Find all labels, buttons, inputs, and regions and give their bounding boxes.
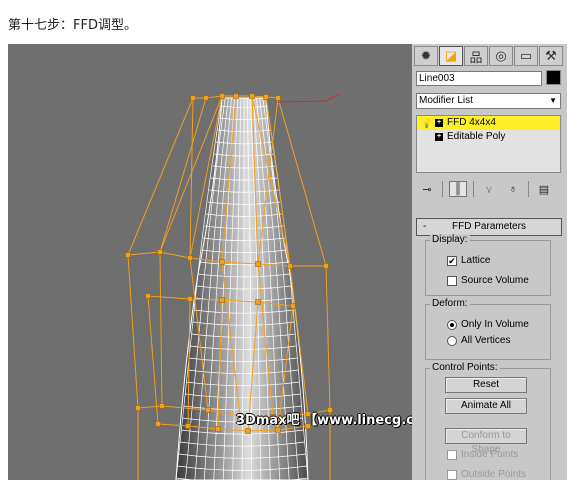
utilities-icon: ⚒ xyxy=(545,48,557,63)
control-point xyxy=(255,261,261,267)
expand-icon[interactable]: + xyxy=(435,119,443,127)
modifier-stack[interactable]: 💡 + FFD 4x4x4 + Editable Poly xyxy=(416,115,561,173)
stack-item-label: FFD 4x4x4 xyxy=(447,117,496,128)
control-point xyxy=(145,293,151,299)
control-point xyxy=(187,255,193,261)
object-color-swatch[interactable] xyxy=(546,70,561,85)
show-end-result-icon[interactable]: ║ xyxy=(449,181,467,197)
lattice-label: Lattice xyxy=(461,255,491,266)
control-point xyxy=(323,263,329,269)
lattice-checkbox[interactable]: ✔ Lattice xyxy=(447,255,490,266)
all-vertices-radio[interactable]: All Vertices xyxy=(447,335,510,346)
control-point xyxy=(190,95,196,101)
display-icon: ▭ xyxy=(519,48,533,63)
create-icon: ✹ xyxy=(420,48,432,63)
display-group-title: Display: xyxy=(430,234,470,246)
display-group: Display: xyxy=(425,234,551,296)
lattice-edge xyxy=(127,254,139,409)
command-panel: ✹ ◪ 品 ◎ ▭ ⚒ Line003 Modifier List ▼ 💡 + … xyxy=(412,44,567,480)
inside-points-label: Inside Points xyxy=(461,449,519,460)
control-point xyxy=(155,421,161,427)
control-point xyxy=(219,259,225,265)
expand-icon[interactable]: + xyxy=(435,133,443,141)
control-point xyxy=(263,94,269,100)
configure-sets-icon[interactable]: ▤ xyxy=(535,181,553,197)
control-point xyxy=(255,299,261,305)
control-point xyxy=(185,423,191,429)
control-point xyxy=(215,426,221,432)
control-point xyxy=(290,303,296,309)
control-point xyxy=(275,427,281,433)
deform-group: Deform: xyxy=(425,298,551,360)
control-point xyxy=(187,296,193,302)
command-panel-tabs: ✹ ◪ 品 ◎ ▭ ⚒ xyxy=(414,46,563,66)
tab-modify[interactable]: ◪ xyxy=(439,46,463,66)
modify-icon: ◪ xyxy=(444,48,458,63)
chevron-down-icon: ▼ xyxy=(549,96,557,105)
inside-points-checkbox[interactable]: Inside Points xyxy=(447,449,518,460)
lightbulb-icon[interactable]: 💡 xyxy=(421,116,432,130)
checkmark-icon: ✔ xyxy=(447,255,457,266)
control-point xyxy=(219,93,225,99)
stack-toolbar: ⊸ ║ ⋎ ♁ ▤ xyxy=(418,181,553,197)
pin-stack-icon[interactable]: ⊸ xyxy=(418,181,436,197)
lattice-edge xyxy=(147,295,159,425)
outside-points-label: Outside Points xyxy=(461,469,527,480)
lattice-edge xyxy=(189,97,194,259)
hierarchy-icon: 品 xyxy=(469,49,483,65)
stack-item-label: Editable Poly xyxy=(447,131,506,142)
control-point xyxy=(233,93,239,99)
conform-to-shape-button[interactable]: Conform to Shape xyxy=(445,428,527,455)
outside-points-checkbox[interactable]: Outside Points xyxy=(447,469,526,480)
control-point xyxy=(245,428,251,434)
control-point xyxy=(203,95,209,101)
control-point xyxy=(125,252,131,258)
tab-utilities[interactable]: ⚒ xyxy=(539,46,563,66)
control-point xyxy=(135,405,141,411)
reset-button[interactable]: Reset xyxy=(445,377,527,393)
deform-group-title: Deform: xyxy=(430,298,470,310)
lattice-edge xyxy=(325,265,331,411)
source-volume-checkbox[interactable]: Source Volume xyxy=(447,275,529,286)
control-point xyxy=(287,263,293,269)
control-point xyxy=(157,249,163,255)
control-point xyxy=(219,297,225,303)
control-points-group-title: Control Points: xyxy=(430,362,500,374)
control-point xyxy=(159,403,165,409)
source-volume-label: Source Volume xyxy=(461,275,529,286)
only-in-volume-radio[interactable]: Only In Volume xyxy=(447,319,529,330)
step-caption: 第十七步：FFD调型。 xyxy=(8,18,137,33)
remove-modifier-icon[interactable]: ♁ xyxy=(504,181,522,197)
all-vertices-label: All Vertices xyxy=(461,335,511,346)
tab-hierarchy[interactable]: 品 xyxy=(464,46,488,66)
make-unique-icon[interactable]: ⋎ xyxy=(480,181,498,197)
lattice-edge xyxy=(159,251,163,407)
modifier-list-dropdown[interactable]: Modifier List ▼ xyxy=(416,93,561,109)
tab-create[interactable]: ✹ xyxy=(414,46,438,66)
lattice-edge xyxy=(127,97,194,256)
control-point xyxy=(275,95,281,101)
motion-icon: ◎ xyxy=(495,48,507,63)
stack-item-editable-poly[interactable]: + Editable Poly xyxy=(417,130,560,144)
modifier-list-label: Modifier List xyxy=(419,95,473,106)
control-point xyxy=(249,93,255,99)
animate-all-button[interactable]: Animate All xyxy=(445,398,527,414)
control-point xyxy=(205,407,211,413)
object-name-field[interactable]: Line003 xyxy=(416,71,542,86)
lattice-edge xyxy=(277,97,327,267)
rollout-title: FFD Parameters xyxy=(452,221,526,232)
tab-motion[interactable]: ◎ xyxy=(489,46,513,66)
only-in-volume-label: Only In Volume xyxy=(461,319,529,330)
tab-display[interactable]: ▭ xyxy=(514,46,538,66)
stack-item-ffd[interactable]: 💡 + FFD 4x4x4 xyxy=(417,116,560,130)
spline-handle xyxy=(277,93,340,103)
